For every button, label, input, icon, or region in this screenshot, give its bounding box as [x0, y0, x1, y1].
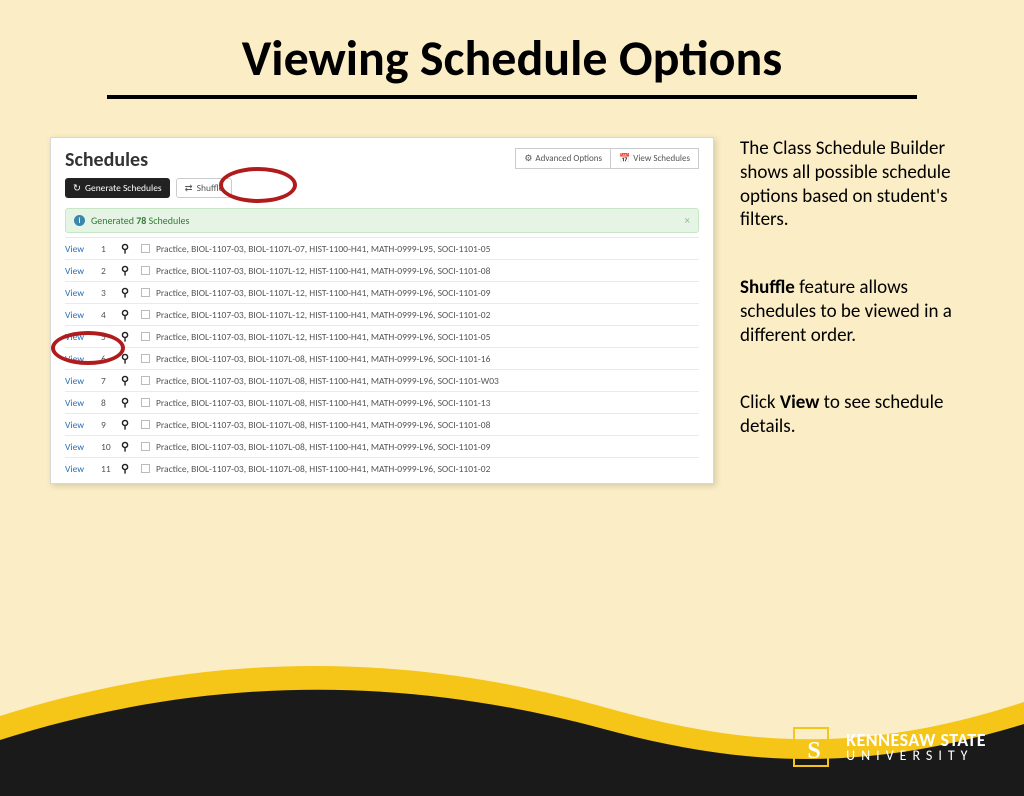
row-checkbox[interactable]: [141, 288, 150, 297]
shuffle-button[interactable]: ⇄ Shuffle: [176, 178, 233, 198]
magnify-icon[interactable]: ⚲: [121, 330, 135, 343]
magnify-icon[interactable]: ⚲: [121, 286, 135, 299]
alert-suffix: Schedules: [146, 214, 189, 227]
row-checkbox[interactable]: [141, 420, 150, 429]
panel-title: Schedules: [65, 148, 148, 172]
note-paragraph-2: Shuffle feature allows schedules to be v…: [740, 276, 986, 347]
magnify-icon[interactable]: ⚲: [121, 242, 135, 255]
row-courses: Practice, BIOL-1107-03, BIOL-1107L-08, H…: [156, 353, 699, 365]
magnify-icon[interactable]: ⚲: [121, 264, 135, 277]
schedule-row: View 10 ⚲ Practice, BIOL-1107-03, BIOL-1107…: [65, 435, 699, 457]
close-icon[interactable]: ×: [685, 214, 690, 227]
view-link[interactable]: View: [65, 463, 95, 475]
note-paragraph-1: The Class Schedule Builder shows all pos…: [740, 137, 986, 232]
schedule-row: View 4 ⚲ Practice, BIOL-1107-03, BIOL-1107L…: [65, 303, 699, 325]
row-number: 4: [101, 309, 115, 321]
row-checkbox[interactable]: [141, 442, 150, 451]
row-checkbox[interactable]: [141, 398, 150, 407]
magnify-icon[interactable]: ⚲: [121, 374, 135, 387]
tab-label: View Schedules: [633, 153, 690, 164]
schedule-row: View 9 ⚲ Practice, BIOL-1107-03, BIOL-1107L…: [65, 413, 699, 435]
advanced-options-tab[interactable]: ⚙ Advanced Options: [515, 148, 610, 169]
note-paragraph-3: Click View to see schedule details.: [740, 391, 986, 439]
row-courses: Practice, BIOL-1107-03, BIOL-1107L-12, H…: [156, 265, 699, 277]
schedule-row: View 7 ⚲ Practice, BIOL-1107-03, BIOL-1107L…: [65, 369, 699, 391]
row-courses: Practice, BIOL-1107-03, BIOL-1107L-07, H…: [156, 243, 699, 255]
info-icon: i: [74, 215, 85, 226]
gear-icon: ⚙: [524, 153, 532, 164]
row-checkbox[interactable]: [141, 354, 150, 363]
row-number: 10: [101, 441, 115, 453]
row-courses: Practice, BIOL-1107-03, BIOL-1107L-12, H…: [156, 331, 699, 343]
schedule-row: View 2 ⚲ Practice, BIOL-1107-03, BIOL-1107L…: [65, 259, 699, 281]
magnify-icon[interactable]: ⚲: [121, 440, 135, 453]
magnify-icon[interactable]: ⚲: [121, 308, 135, 321]
row-checkbox[interactable]: [141, 332, 150, 341]
alert-prefix: Generated: [91, 214, 136, 227]
button-label: Generate Schedules: [85, 182, 162, 194]
schedule-row: View 1 ⚲ Practice, BIOL-1107-03, BIOL-1107L…: [65, 237, 699, 259]
view-link[interactable]: View: [65, 397, 95, 409]
row-number: 6: [101, 353, 115, 365]
row-courses: Practice, BIOL-1107-03, BIOL-1107L-08, H…: [156, 375, 699, 387]
schedule-row: View 11 ⚲ Practice, BIOL-1107-03, BIOL-1107…: [65, 457, 699, 479]
footer-wave: [0, 646, 1024, 796]
view-link[interactable]: View: [65, 419, 95, 431]
row-checkbox[interactable]: [141, 266, 150, 275]
view-link[interactable]: View: [65, 441, 95, 453]
explanatory-text: The Class Schedule Builder shows all pos…: [740, 137, 986, 484]
view-link[interactable]: View: [65, 287, 95, 299]
generate-schedules-button[interactable]: ↻ Generate Schedules: [65, 178, 170, 198]
view-link[interactable]: View: [65, 243, 95, 255]
alert-count: 78: [136, 214, 146, 227]
button-label: Shuffle: [197, 182, 224, 194]
generated-alert: i Generated 78 Schedules ×: [65, 208, 699, 233]
view-link[interactable]: View: [65, 353, 95, 365]
row-checkbox[interactable]: [141, 310, 150, 319]
row-number: 2: [101, 265, 115, 277]
view-schedules-tab[interactable]: 📅 View Schedules: [610, 148, 699, 169]
row-checkbox[interactable]: [141, 244, 150, 253]
schedules-panel: Schedules ⚙ Advanced Options 📅 View Sche…: [50, 137, 714, 484]
view-link[interactable]: View: [65, 375, 95, 387]
magnify-icon[interactable]: ⚲: [121, 352, 135, 365]
row-courses: Practice, BIOL-1107-03, BIOL-1107L-08, H…: [156, 419, 699, 431]
svg-text:S: S: [807, 738, 820, 764]
view-link[interactable]: View: [65, 309, 95, 321]
schedule-row: View 6 ⚲ Practice, BIOL-1107-03, BIOL-1107L…: [65, 347, 699, 369]
row-number: 7: [101, 375, 115, 387]
row-courses: Practice, BIOL-1107-03, BIOL-1107L-12, H…: [156, 287, 699, 299]
row-courses: Practice, BIOL-1107-03, BIOL-1107L-08, H…: [156, 463, 699, 475]
title-underline: [107, 95, 917, 99]
calendar-icon: 📅: [619, 153, 630, 164]
view-link[interactable]: View: [65, 331, 95, 343]
refresh-icon: ↻: [73, 182, 81, 194]
magnify-icon[interactable]: ⚲: [121, 418, 135, 431]
row-number: 1: [101, 243, 115, 255]
row-number: 9: [101, 419, 115, 431]
row-number: 3: [101, 287, 115, 299]
row-courses: Practice, BIOL-1107-03, BIOL-1107L-08, H…: [156, 441, 699, 453]
row-number: 11: [101, 463, 115, 475]
row-checkbox[interactable]: [141, 376, 150, 385]
row-courses: Practice, BIOL-1107-03, BIOL-1107L-08, H…: [156, 397, 699, 409]
row-checkbox[interactable]: [141, 464, 150, 473]
tab-label: Advanced Options: [535, 153, 602, 164]
slide-title: Viewing Schedule Options: [0, 28, 1024, 95]
magnify-icon[interactable]: ⚲: [121, 396, 135, 409]
magnify-icon[interactable]: ⚲: [121, 462, 135, 475]
schedule-row: View 5 ⚲ Practice, BIOL-1107-03, BIOL-1107L…: [65, 325, 699, 347]
ks-interlock-icon: K S: [788, 724, 834, 770]
schedule-row: View 8 ⚲ Practice, BIOL-1107-03, BIOL-1107L…: [65, 391, 699, 413]
shuffle-icon: ⇄: [185, 182, 193, 194]
row-number: 8: [101, 397, 115, 409]
university-logo: K S KENNESAW STATE UNIVERSITY: [788, 724, 986, 770]
row-courses: Practice, BIOL-1107-03, BIOL-1107L-12, H…: [156, 309, 699, 321]
university-subtitle: UNIVERSITY: [846, 749, 986, 763]
schedule-row: View 3 ⚲ Practice, BIOL-1107-03, BIOL-1107L…: [65, 281, 699, 303]
row-number: 5: [101, 331, 115, 343]
view-link[interactable]: View: [65, 265, 95, 277]
